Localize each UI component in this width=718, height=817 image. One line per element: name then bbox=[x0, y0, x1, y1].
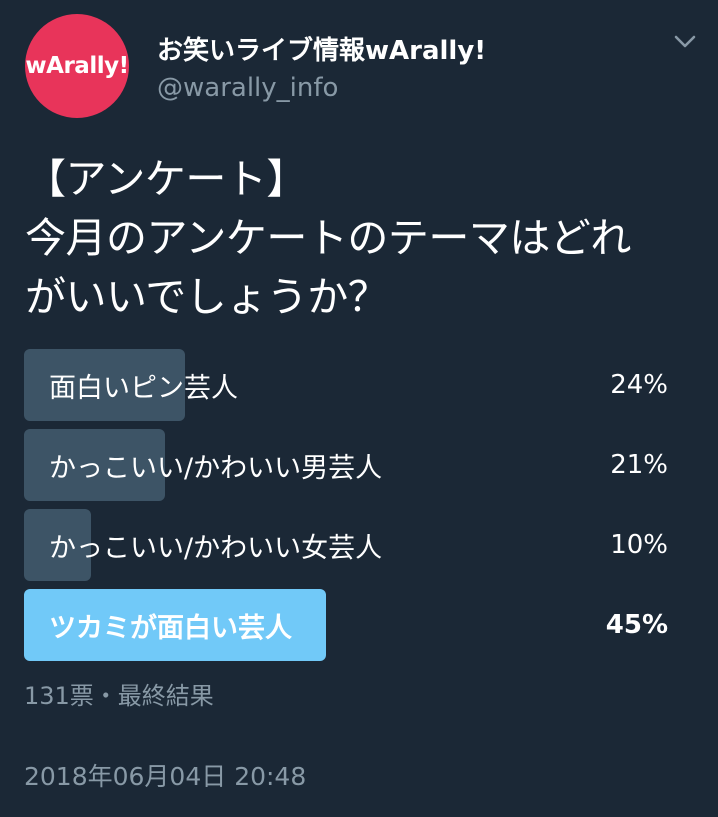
poll-option-2[interactable]: かっこいい/かわいい女芸人 10% bbox=[24, 509, 670, 581]
poll-option-percent: 10% bbox=[610, 530, 668, 560]
poll-option-3[interactable]: ツカミが面白い芸人 45% bbox=[24, 589, 670, 661]
poll-option-label: かっこいい/かわいい女芸人 bbox=[49, 532, 383, 564]
poll-option-1[interactable]: かっこいい/かわいい男芸人 21% bbox=[24, 429, 670, 501]
poll-option-percent: 24% bbox=[610, 370, 668, 400]
poll-option-label: かっこいい/かわいい男芸人 bbox=[49, 452, 383, 484]
poll-option-label: 面白いピン芸人 bbox=[49, 372, 238, 404]
poll-option-0[interactable]: 面白いピン芸人 24% bbox=[24, 349, 670, 421]
user-handle[interactable]: @warally_info bbox=[157, 73, 338, 103]
tweet-text: 【アンケート】 今月のアンケートのテーマはどれ がいいでしょうか？ bbox=[25, 155, 631, 321]
poll-option-percent: 45% bbox=[605, 610, 668, 640]
chevron-down-icon[interactable] bbox=[673, 34, 697, 50]
poll-option-label: ツカミが面白い芸人 bbox=[49, 612, 292, 644]
avatar[interactable]: wArally! bbox=[25, 14, 129, 118]
poll-option-percent: 21% bbox=[610, 450, 668, 480]
poll: 面白いピン芸人 24% かっこいい/かわいい男芸人 21% かっこいい/かわいい… bbox=[24, 349, 670, 669]
tweet-timestamp[interactable]: 2018年06月04日 20:48 bbox=[24, 757, 306, 793]
avatar-logo-text: wArally! bbox=[25, 53, 129, 79]
poll-vote-count: 131票・最終結果 bbox=[24, 682, 214, 710]
display-name[interactable]: お笑いライブ情報wArally! bbox=[157, 30, 486, 67]
